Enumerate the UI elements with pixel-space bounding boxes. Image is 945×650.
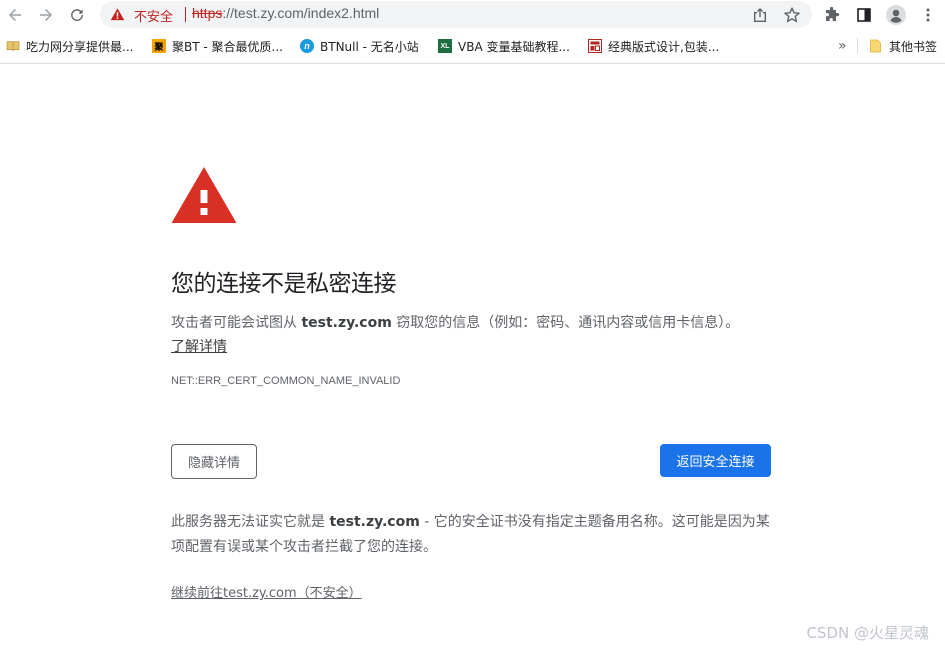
security-indicator[interactable]: 不安全 xyxy=(134,6,173,25)
address-bar[interactable]: 不安全 https://test.zy.com/index2.html xyxy=(100,1,812,28)
proceed-unsafe-link[interactable]: 继续前往test.zy.com（不安全） xyxy=(171,582,362,601)
warning-triangle-icon xyxy=(171,167,237,223)
layout-icon xyxy=(588,39,602,53)
bookmarks-overflow-button[interactable]: » xyxy=(838,37,847,55)
n-icon: n xyxy=(300,39,314,53)
explanation-text: 攻击者可能会试图从 test.zy.com 窃取您的信息（例如：密码、通讯内容或… xyxy=(171,312,739,335)
bookmark-item[interactable]: 经典版式设计,包装... xyxy=(588,37,719,55)
forward-button[interactable] xyxy=(35,4,57,26)
bookmark-label: VBA 变量基础教程... xyxy=(458,39,570,54)
hide-details-button[interactable]: 隐藏详情 xyxy=(171,444,257,479)
profile-icon xyxy=(886,5,906,25)
bookmark-label: 聚BT - 聚合最优质... xyxy=(172,39,283,54)
bookmark-item[interactable]: 吃力网分享提供最... xyxy=(6,37,133,55)
bookmark-label: 吃力网分享提供最... xyxy=(26,39,134,54)
bookmarks-divider xyxy=(857,38,858,54)
profile-button[interactable] xyxy=(885,4,907,26)
watermark: CSDN @火星灵魂 xyxy=(806,624,929,642)
url-text[interactable]: https://test.zy.com/index2.html xyxy=(192,5,379,21)
bookmark-label: 经典版式设计,包装... xyxy=(608,39,720,54)
bookmarks-bar: 吃力网分享提供最... 聚 聚BT - 聚合最优质... n BTNull - … xyxy=(0,30,945,64)
bookmark-item[interactable]: 聚 聚BT - 聚合最优质... xyxy=(152,37,283,55)
details-text: 此服务器无法证实它就是 test.zy.com - 它的安全证书没有指定主题备用… xyxy=(171,510,771,560)
side-panel-icon xyxy=(857,8,871,22)
url-scheme: https xyxy=(192,5,223,21)
omnibox-divider xyxy=(185,7,186,22)
reload-button[interactable] xyxy=(66,4,88,26)
other-bookmarks-folder[interactable]: 其他书签 xyxy=(869,37,937,55)
reload-icon xyxy=(71,9,83,21)
folder-icon xyxy=(869,39,883,53)
arrow-left-icon xyxy=(9,9,21,21)
share-icon[interactable] xyxy=(751,6,769,24)
warning-icon xyxy=(110,8,125,21)
error-code: NET::ERR_CERT_COMMON_NAME_INVALID xyxy=(171,375,401,387)
bookmark-label: 其他书签 xyxy=(889,39,938,54)
extensions-button[interactable] xyxy=(821,4,843,26)
learn-more-link[interactable]: 了解详情 xyxy=(171,336,227,356)
book-icon xyxy=(6,39,20,53)
extensions-icon xyxy=(826,7,839,21)
explanation-prefix: 攻击者可能会试图从 xyxy=(171,315,302,331)
browser-toolbar: 不安全 https://test.zy.com/index2.html xyxy=(0,0,945,30)
side-panel-button[interactable] xyxy=(853,4,875,26)
page-title: 您的连接不是私密连接 xyxy=(171,271,397,297)
back-to-safety-button[interactable]: 返回安全连接 xyxy=(660,444,771,477)
explanation-host: test.zy.com xyxy=(301,315,392,331)
back-button[interactable] xyxy=(4,4,26,26)
xl-icon: XL xyxy=(438,39,452,53)
details-host: test.zy.com xyxy=(329,514,420,530)
ju-icon: 聚 xyxy=(152,39,166,53)
bookmark-label: BTNull - 无名小站 xyxy=(320,39,419,54)
bookmark-item[interactable]: XL VBA 变量基础教程... xyxy=(438,37,570,55)
url-path: ://test.zy.com/index2.html xyxy=(222,5,380,21)
arrow-right-icon xyxy=(40,9,52,21)
bookmark-item[interactable]: n BTNull - 无名小站 xyxy=(300,37,419,55)
details-prefix: 此服务器无法证实它就是 xyxy=(171,514,330,530)
more-icon xyxy=(926,8,930,22)
menu-button[interactable] xyxy=(917,4,939,26)
explanation-suffix: 窃取您的信息（例如：密码、通讯内容或信用卡信息）。 xyxy=(391,315,740,331)
star-icon[interactable] xyxy=(783,6,801,24)
